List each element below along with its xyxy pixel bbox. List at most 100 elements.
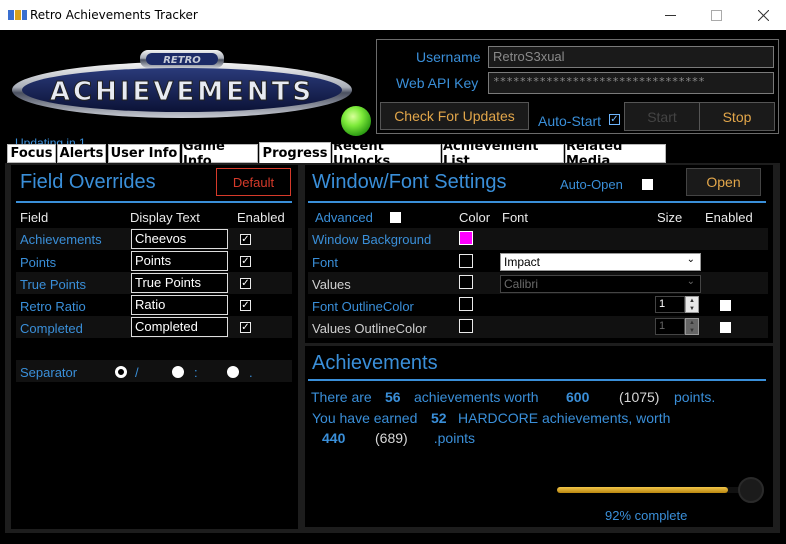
col-enabled-header: Enabled [705,210,753,225]
font-label: Font [312,255,339,270]
separator-option: / [135,365,139,380]
values-outline-size-input[interactable]: 1 [655,318,685,335]
autoopen-label: Auto-Open [560,177,623,192]
maximize-icon[interactable] [693,0,739,30]
close-icon[interactable] [740,0,786,30]
header: RETRO ACHIEVEMENTS Updating in 1... User… [0,30,786,150]
section-divider [308,379,766,381]
enabled-checkbox[interactable]: ✓ [240,322,251,333]
achievement-count: 56 [385,389,401,405]
tab-bar: Focus Alerts User Info Game Info Progres… [5,139,780,169]
tab-progress[interactable]: Progress [259,142,331,163]
separator-label: Separator [20,365,78,380]
stat-text: There are [311,389,372,405]
autoopen-checkbox[interactable] [642,179,653,190]
enabled-checkbox[interactable]: ✓ [240,300,251,311]
autostart-label: Auto-Start [538,113,602,129]
points-value: 600 [566,389,590,405]
advanced-label: Advanced [315,210,373,225]
values-outline-color-swatch[interactable] [459,319,473,333]
font-select[interactable]: Impact ⌄ [500,253,701,271]
values-color-swatch[interactable] [459,275,473,289]
stat-text: points. [674,389,716,405]
chevron-down-icon: ⌄ [686,254,695,265]
font-outline-color-swatch[interactable] [459,297,473,311]
col-enabled-header: Enabled [237,210,285,225]
tab-alerts[interactable]: Alerts [57,144,106,163]
app-icon [8,10,27,20]
values-label: Values [312,277,351,292]
tab-recent-unlocks[interactable]: Recent Unlocks [332,139,441,169]
stat-text: HARDCORE achievements, worth [458,410,671,426]
tab-game-info[interactable]: Game Info [182,139,258,169]
separator-radio-dot[interactable] [227,366,239,378]
open-button[interactable]: Open [686,168,761,196]
font-outline-size-input[interactable]: 1 [655,296,685,313]
check-updates-button[interactable]: Check For Updates [380,102,529,130]
font-color-swatch[interactable] [459,254,473,268]
status-led-icon [341,106,371,136]
window-font-panel: Window/Font Settings Auto-Open Open Adva… [305,165,773,343]
field-label: True Points [20,277,86,292]
tab-achievement-list[interactable]: Achievement List [442,139,564,169]
field-overrides-panel: Field Overrides Default Field Display Te… [11,165,298,529]
minimize-icon[interactable] [647,0,693,30]
earned-points: 440 [322,430,346,446]
enabled-checkbox[interactable]: ✓ [240,278,251,289]
advanced-checkbox[interactable] [390,212,401,223]
progress-track [557,487,743,493]
api-key-input[interactable]: ******************************** [488,72,774,94]
retro-achievements-logo: RETRO ACHIEVEMENTS [12,50,352,118]
enabled-checkbox[interactable]: ✓ [240,234,251,245]
field-label: Achievements [20,232,102,247]
window-background-color-swatch[interactable] [459,231,473,245]
values-outline-label: Values OutlineColor [312,321,427,336]
col-display-header: Display Text [130,210,200,225]
start-button[interactable]: Start [624,102,700,131]
svg-text:RETRO: RETRO [163,55,201,66]
separator-radio-slash[interactable] [115,366,127,378]
achievements-panel: Achievements There are 56 achievements w… [305,346,773,527]
field-label: Points [20,255,57,270]
section-divider [308,201,766,203]
tab-related-media[interactable]: Related Media [565,139,666,169]
stat-text: points. [433,430,475,446]
font-outline-enabled-checkbox[interactable] [720,300,731,311]
col-font-header: Font [502,210,529,225]
values-font-select[interactable]: Calibri ⌄ [500,275,701,293]
stop-button[interactable]: Stop [699,102,775,131]
svg-text:ACHIEVEMENTS: ACHIEVEMENTS [50,77,314,107]
display-text-input[interactable]: Points [131,251,228,271]
values-outline-size-stepper[interactable]: ▲ ▼ [685,318,699,335]
window-background-label: Window Background [312,232,432,247]
chevron-down-icon: ⌄ [686,276,695,287]
default-button[interactable]: Default [216,168,291,196]
username-input[interactable]: RetroS3xual [488,46,774,68]
display-text-input[interactable]: Completed [131,317,228,337]
display-text-input[interactable]: Ratio [131,295,228,315]
enabled-checkbox[interactable]: ✓ [240,256,251,267]
font-outline-label: Font OutlineColor [312,299,414,314]
separator-radio-colon[interactable] [172,366,184,378]
separator-option: : [194,365,198,380]
stat-text: achievements worth [414,389,539,405]
api-key-label: Web API Key [396,75,479,91]
values-outline-enabled-checkbox[interactable] [720,322,731,333]
col-size-header: Size [657,210,683,225]
font-select-value: Impact [504,255,541,269]
title-bar: Retro Achievements Tracker [0,0,786,30]
tab-user-info[interactable]: User Info [108,144,180,163]
font-outline-size-stepper[interactable]: ▲ ▼ [685,296,699,313]
progress-text: 92% complete [605,508,688,523]
earned-count: 52 [431,410,447,426]
true-points-value: (1075) [619,389,660,405]
tab-focus[interactable]: Focus [7,144,56,163]
display-text-input[interactable]: True Points [131,273,228,293]
window-font-title: Window/Font Settings [312,171,507,193]
field-label: Retro Ratio [20,299,86,314]
autostart-checkbox[interactable]: ✓ [609,114,620,125]
earned-true-points: (689) [375,430,408,446]
achievements-title: Achievements [312,352,438,374]
username-label: Username [416,49,481,65]
display-text-input[interactable]: Cheevos [131,229,228,249]
